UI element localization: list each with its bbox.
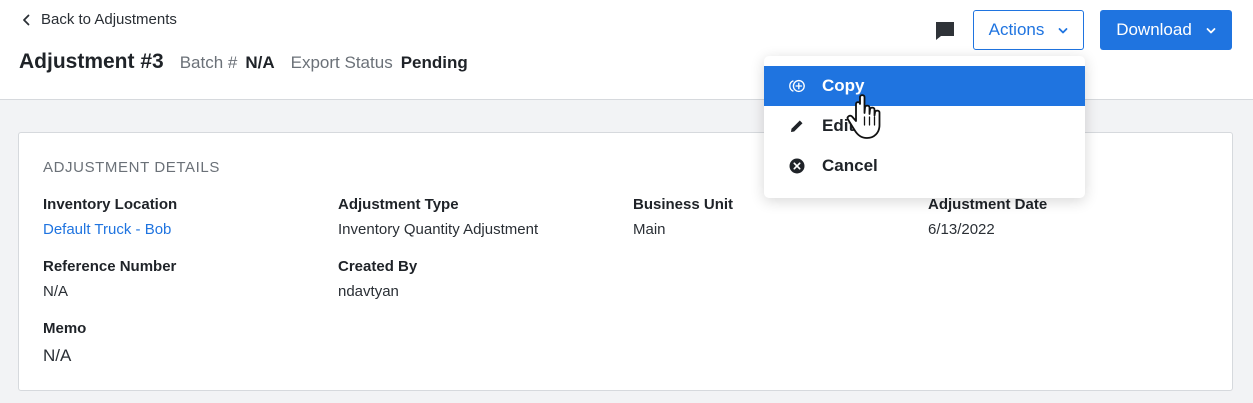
actions-button-label: Actions xyxy=(988,20,1045,39)
field-value: Main xyxy=(633,221,666,238)
cancel-circle-icon xyxy=(788,157,806,175)
memo-field: Memo N/A xyxy=(43,320,86,366)
field-label: Business Unit xyxy=(633,196,734,213)
created-by-field: Created By ndavtyan xyxy=(338,258,417,300)
menu-item-edit[interactable]: Edit xyxy=(764,106,1085,146)
batch-label: Batch # xyxy=(179,53,238,72)
chevron-down-icon xyxy=(1058,20,1068,40)
field-value: ndavtyan xyxy=(338,283,399,300)
actions-button[interactable]: Actions xyxy=(973,10,1084,50)
actions-dropdown-menu: Copy Edit Cancel xyxy=(764,56,1085,198)
field-label: Adjustment Type xyxy=(338,196,459,213)
batch-value: N/A xyxy=(245,53,275,72)
field-value: Inventory Quantity Adjustment xyxy=(338,221,539,238)
menu-item-label: Cancel xyxy=(822,156,878,175)
export-status-value: Pending xyxy=(400,53,468,72)
menu-item-label: Edit xyxy=(822,116,855,135)
back-to-adjustments-link[interactable]: Back to Adjustments xyxy=(22,11,177,28)
field-label: Adjustment Date xyxy=(928,196,1048,213)
inventory-location-link[interactable]: Default Truck - Bob xyxy=(43,221,177,238)
field-value: N/A xyxy=(43,346,72,365)
section-title: ADJUSTMENT DETAILS xyxy=(43,159,220,176)
chevron-left-icon xyxy=(22,12,31,28)
field-value: 6/13/2022 xyxy=(928,221,995,238)
inventory-location-field: Inventory Location Default Truck - Bob xyxy=(43,196,177,238)
menu-item-cancel[interactable]: Cancel xyxy=(764,146,1085,186)
title-row: Adjustment #3 Batch # N/A Export Status … xyxy=(19,50,484,74)
download-button[interactable]: Download xyxy=(1100,10,1232,50)
adjustment-type-field: Adjustment Type Inventory Quantity Adjus… xyxy=(338,196,538,238)
field-label: Inventory Location xyxy=(43,196,178,213)
comment-icon[interactable] xyxy=(933,19,957,43)
adjustment-date-field: Adjustment Date 6/13/2022 xyxy=(928,196,1047,238)
page-title: Adjustment #3 xyxy=(19,50,164,73)
field-value: N/A xyxy=(43,283,69,300)
field-label: Reference Number xyxy=(43,258,177,275)
reference-number-field: Reference Number N/A xyxy=(43,258,176,300)
copy-icon xyxy=(788,77,806,95)
back-link-label: Back to Adjustments xyxy=(41,11,177,28)
download-button-label: Download xyxy=(1116,20,1192,39)
menu-item-label: Copy xyxy=(822,76,865,95)
field-label: Created By xyxy=(338,258,418,275)
field-label: Memo xyxy=(43,320,87,337)
export-status-label: Export Status xyxy=(290,53,393,72)
menu-item-copy[interactable]: Copy xyxy=(764,66,1085,106)
chevron-down-icon xyxy=(1206,20,1216,40)
business-unit-field: Business Unit Main xyxy=(633,196,733,238)
pencil-icon xyxy=(788,117,806,135)
